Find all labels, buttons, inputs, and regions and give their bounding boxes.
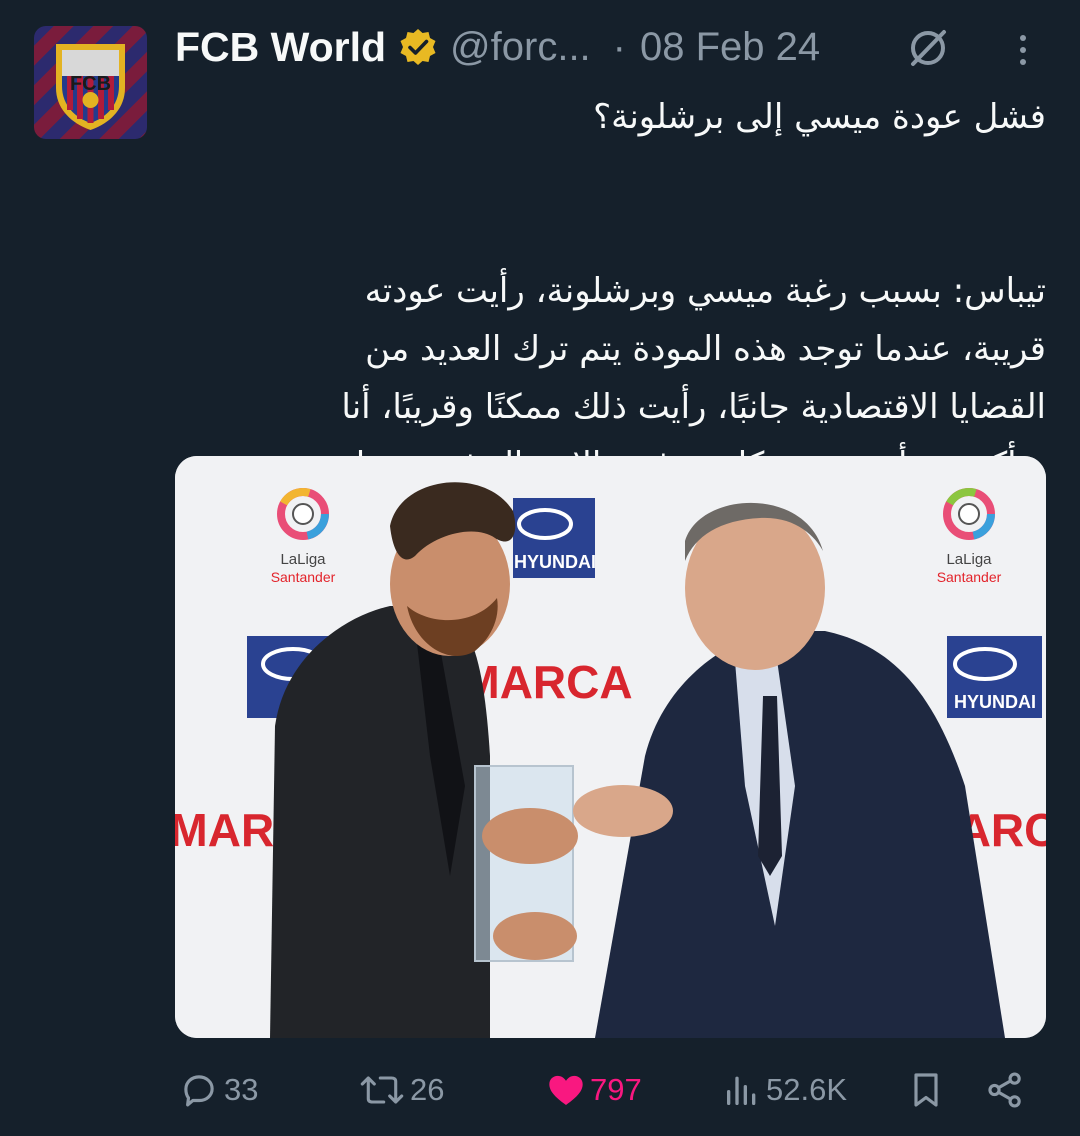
santander-text: Santander <box>271 569 336 585</box>
grok-icon[interactable] <box>904 24 952 72</box>
tweet-text: فشل عودة ميسي إلى برشلونة؟ تيباس: بسبب ر… <box>175 88 1046 494</box>
like-button[interactable]: 797 <box>546 1068 642 1112</box>
tweet-body-line: قريبة، عندما توجد هذه المودة يتم ترك الع… <box>365 329 1046 369</box>
display-name[interactable]: FCB World <box>175 24 386 71</box>
laliga-text: LaLiga <box>946 551 992 568</box>
views-chart-icon <box>727 1076 756 1105</box>
separator-dot: · <box>612 24 626 69</box>
retweet-count: 26 <box>410 1072 445 1107</box>
bookmark-icon <box>914 1073 938 1107</box>
retweet-button[interactable]: 26 <box>358 1068 444 1112</box>
tweet-actions: 33 26 797 52.6K <box>0 1060 1080 1120</box>
bookmark-button[interactable] <box>906 1068 946 1112</box>
tweet-body-line: القضايا الاقتصادية جانبًا، رأيت ذلك ممكن… <box>341 387 1046 427</box>
share-button[interactable] <box>984 1068 1026 1112</box>
hyundai-text: HYUNDAI <box>954 692 1036 712</box>
laliga-text: LaLiga <box>280 551 326 568</box>
reply-count: 33 <box>224 1072 259 1107</box>
hyundai-text: HYUNDAI <box>514 552 596 572</box>
photo-illustration: LaLiga Santander LaLiga Santander HYUNDA… <box>175 456 1046 1038</box>
more-options-icon[interactable] <box>1013 30 1033 70</box>
marca-text: MARCA <box>461 656 632 708</box>
tweet-body-line: تيباس: بسبب رغبة ميسي وبرشلونة، رأيت عود… <box>364 271 1046 311</box>
santander-text: Santander <box>937 569 1002 585</box>
views-button[interactable]: 52.6K <box>722 1068 847 1112</box>
share-icon <box>988 1072 1021 1108</box>
retweet-icon <box>360 1076 404 1104</box>
verified-badge-icon <box>400 29 436 65</box>
avatar[interactable]: FCB <box>34 26 147 139</box>
like-count: 797 <box>590 1072 642 1107</box>
tweet-date[interactable]: 08 Feb 24 <box>640 25 820 70</box>
heart-icon <box>549 1075 583 1105</box>
handle[interactable]: @forc... <box>450 25 591 70</box>
tweet-photo[interactable]: LaLiga Santander LaLiga Santander HYUNDA… <box>175 456 1046 1038</box>
views-count: 52.6K <box>766 1072 848 1107</box>
avatar-text: FCB <box>69 73 112 95</box>
reply-button[interactable]: 33 <box>178 1068 258 1112</box>
tweet-title: فشل عودة ميسي إلى برشلونة؟ <box>593 97 1046 137</box>
reply-icon <box>184 1075 214 1107</box>
